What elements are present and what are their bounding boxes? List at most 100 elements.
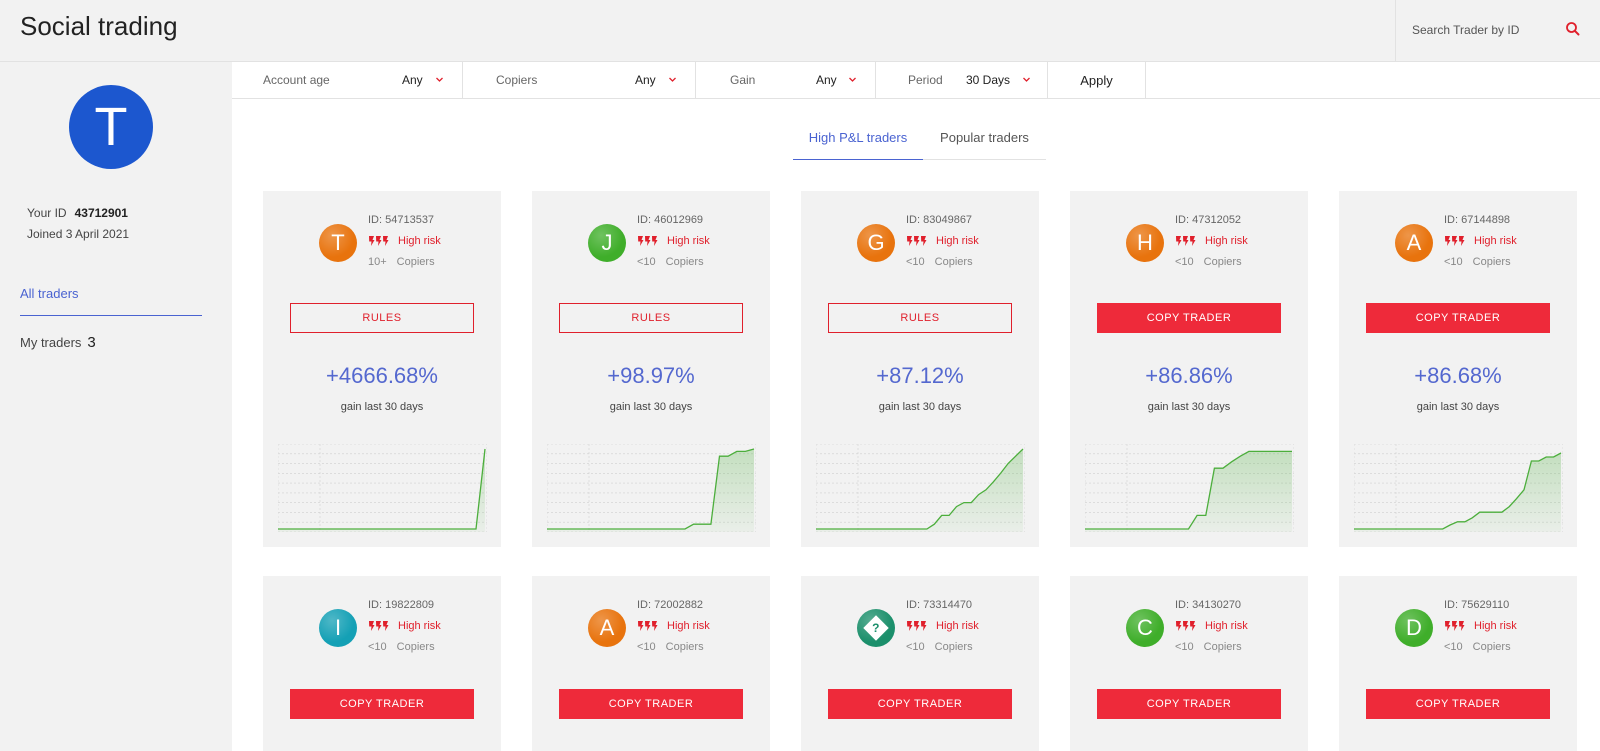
copy-trader-button[interactable]: COPY TRADER — [290, 689, 474, 719]
tab-high-pnl-traders[interactable]: High P&L traders — [793, 124, 923, 160]
equity-line — [278, 448, 486, 530]
filter-account-age[interactable]: Account age Any — [232, 62, 463, 99]
risk-level: High risk — [1175, 235, 1248, 247]
copy-trader-button[interactable]: COPY TRADER — [1097, 689, 1281, 719]
risk-label: High risk — [936, 235, 979, 247]
copiers-info: <10 Copiers — [637, 641, 704, 653]
copiers-label: Copiers — [396, 641, 435, 653]
trader-card: J ID: 46012969 High risk <10 Copiers RULE… — [532, 191, 770, 547]
equity-chart — [547, 444, 756, 532]
lightning-bolts-icon — [638, 236, 658, 246]
your-id-line: Your ID 43712901 — [27, 206, 128, 220]
filter-label: Copiers — [496, 73, 538, 87]
trader-card: G ID: 83049867 High risk <10 Copiers RULE… — [801, 191, 1039, 547]
apply-button[interactable]: Apply — [1048, 62, 1146, 99]
gain-label: gain last 30 days — [340, 401, 424, 413]
gain-percent: +98.97% — [607, 363, 695, 388]
filter-label: Period — [908, 73, 943, 87]
copy-trader-button[interactable]: COPY TRADER — [1097, 303, 1281, 333]
risk-label: High risk — [1474, 620, 1517, 632]
copiers-label: Copiers — [1203, 641, 1242, 653]
copiers-label: Copiers — [1472, 641, 1511, 653]
equity-area — [278, 449, 485, 532]
copiers-label: Copiers — [665, 256, 704, 268]
filter-value: Any — [402, 73, 423, 87]
gain-label: gain last 30 days — [1416, 401, 1500, 413]
copy-trader-button[interactable]: COPY TRADER — [1366, 303, 1550, 333]
my-traders-count: 3 — [87, 334, 96, 351]
your-id-value: 43712901 — [74, 206, 128, 220]
trader-avatar[interactable]: H — [1126, 224, 1164, 262]
trader-avatar[interactable]: C — [1126, 609, 1164, 647]
rules-button[interactable]: RULES — [290, 303, 474, 333]
trader-avatar[interactable]: G — [857, 224, 895, 262]
lightning-bolts-icon — [907, 621, 927, 631]
trader-avatar[interactable]: J — [588, 224, 626, 262]
copiers-count: <10 — [1444, 256, 1463, 268]
risk-label: High risk — [936, 620, 979, 632]
copy-trader-button[interactable]: COPY TRADER — [1366, 689, 1550, 719]
search-input[interactable] — [1412, 19, 1562, 41]
copiers-info: <10 Copiers — [906, 256, 973, 268]
trader-card: D ID: 75629110 High risk <10 Copiers COPY… — [1339, 576, 1577, 751]
copiers-label: Copiers — [934, 641, 973, 653]
trader-avatar[interactable]: A — [1395, 224, 1433, 262]
risk-level: High risk — [637, 235, 710, 247]
equity-chart — [816, 444, 1025, 532]
search-box — [1395, 0, 1600, 62]
copiers-label: Copiers — [1472, 256, 1511, 268]
avatar-glyph: ? — [872, 621, 880, 635]
trader-avatar[interactable]: I — [319, 609, 357, 647]
filter-copiers[interactable]: Copiers Any — [463, 62, 696, 99]
filter-period[interactable]: Period 30 Days — [876, 62, 1048, 99]
risk-label: High risk — [398, 620, 441, 632]
rules-button[interactable]: RULES — [559, 303, 743, 333]
risk-label: High risk — [1205, 235, 1248, 247]
risk-label: High risk — [1474, 235, 1517, 247]
sidebar: T Your ID 43712901 Joined 3 April 2021 Al… — [0, 62, 232, 751]
gain-percent: +4666.68% — [326, 363, 438, 388]
lightning-bolts-icon — [638, 621, 658, 631]
user-avatar: T — [69, 85, 153, 169]
copiers-count: <10 — [1175, 641, 1194, 653]
trader-id: ID: 19822809 — [368, 599, 435, 611]
risk-label: High risk — [1205, 620, 1248, 632]
sidebar-item-all-traders[interactable]: All traders — [20, 286, 79, 301]
risk-level: High risk — [1175, 620, 1248, 632]
trader-id: ID: 46012969 — [637, 214, 704, 226]
trader-avatar[interactable]: ? — [857, 609, 895, 647]
tab-popular-traders[interactable]: Popular traders — [923, 124, 1046, 160]
trader-id: ID: 75629110 — [1444, 599, 1510, 611]
trader-id: ID: 72002882 — [637, 599, 704, 611]
chevron-down-icon — [1023, 77, 1030, 82]
trader-avatar[interactable]: T — [319, 224, 357, 262]
copiers-count: 10+ — [368, 256, 387, 268]
copy-trader-button[interactable]: COPY TRADER — [559, 689, 743, 719]
equity-area — [547, 449, 754, 532]
question-diamond-icon: ? — [863, 615, 889, 641]
sidebar-item-my-traders[interactable]: My traders 3 — [20, 334, 96, 351]
chevron-down-icon — [436, 77, 443, 82]
search-icon[interactable] — [1564, 20, 1582, 38]
trader-avatar[interactable]: D — [1395, 609, 1433, 647]
copiers-info: <10 Copiers — [1444, 256, 1511, 268]
trader-avatar[interactable]: A — [588, 609, 626, 647]
risk-level: High risk — [1444, 235, 1517, 247]
copiers-count: <10 — [906, 641, 925, 653]
filter-gain[interactable]: Gain Any — [696, 62, 876, 99]
rules-button[interactable]: RULES — [828, 303, 1012, 333]
copiers-info: <10 Copiers — [906, 641, 973, 653]
gain-percent: +87.12% — [876, 363, 964, 388]
copiers-info: <10 Copiers — [1175, 256, 1242, 268]
copiers-count: <10 — [637, 256, 656, 268]
lightning-bolts-icon — [1445, 621, 1465, 631]
copy-trader-button[interactable]: COPY TRADER — [828, 689, 1012, 719]
risk-level: High risk — [906, 620, 979, 632]
trader-card: A ID: 67144898 High risk <10 Copiers COPY… — [1339, 191, 1577, 547]
risk-label: High risk — [398, 235, 441, 247]
trader-id: ID: 54713537 — [368, 214, 435, 226]
risk-level: High risk — [1444, 620, 1517, 632]
trader-id: ID: 67144898 — [1444, 214, 1511, 226]
equity-area — [1085, 451, 1292, 532]
equity-chart — [1085, 444, 1294, 532]
